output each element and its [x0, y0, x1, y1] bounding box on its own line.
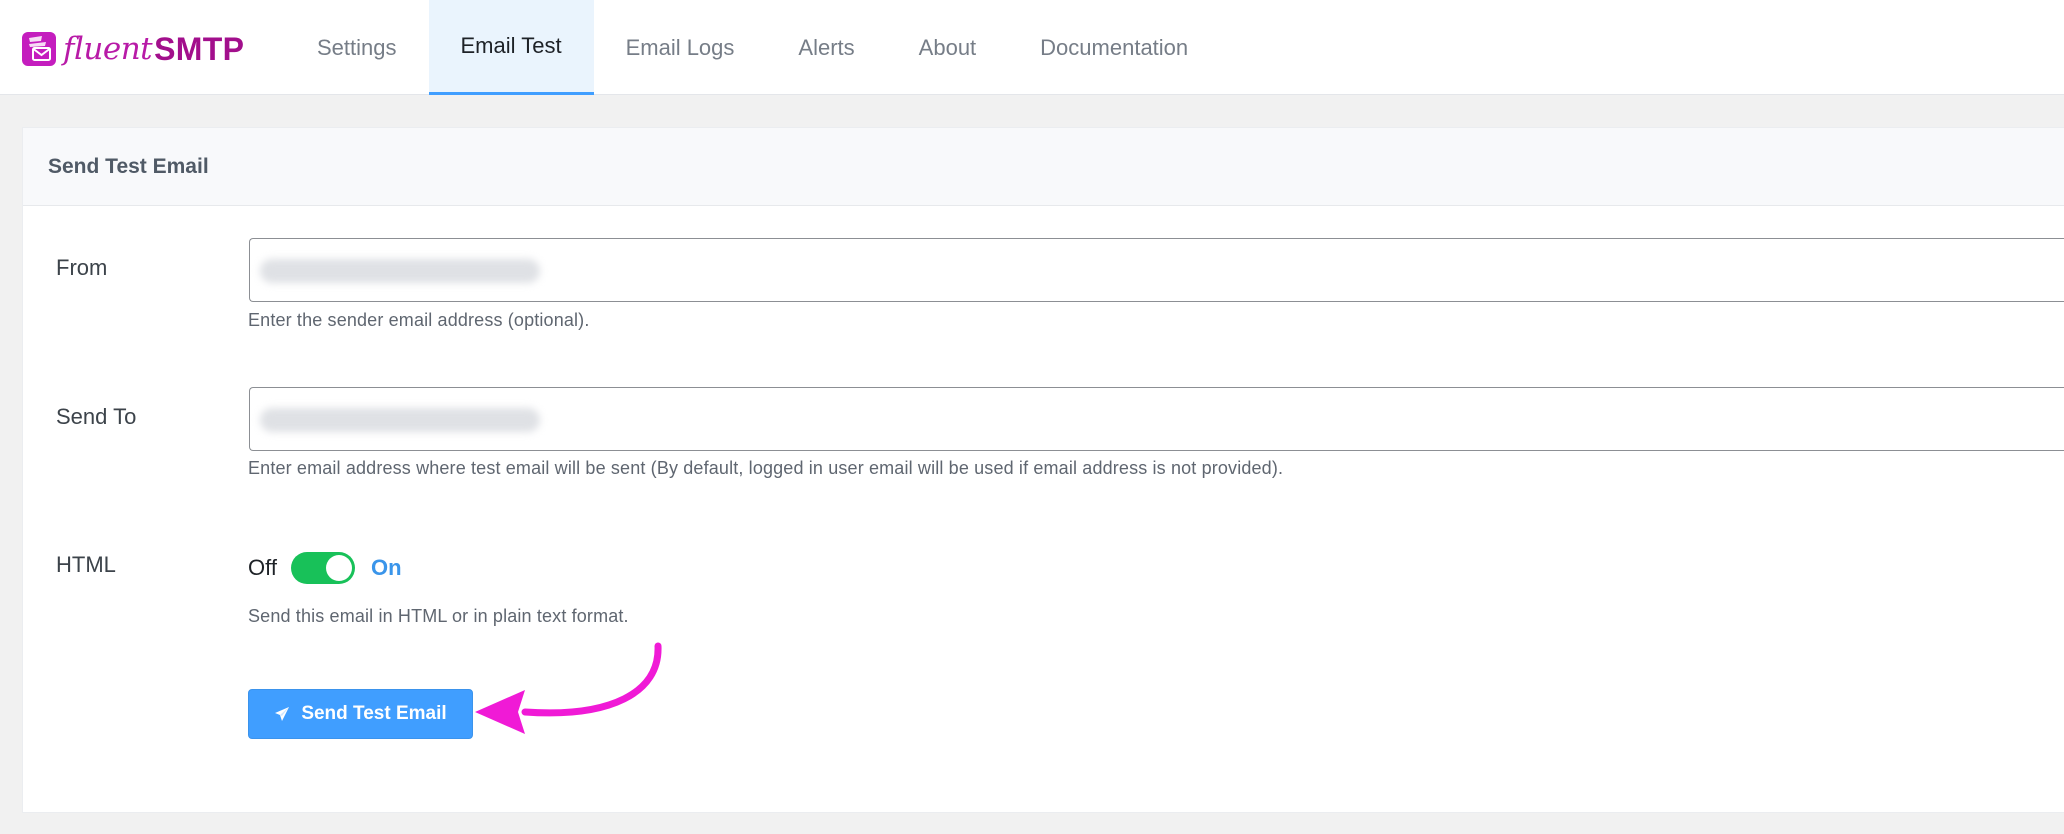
card-title: Send Test Email: [48, 154, 209, 178]
html-toggle-on-label[interactable]: On: [371, 555, 402, 581]
html-label: HTML: [56, 552, 116, 577]
send-test-email-button-label: Send Test Email: [301, 703, 447, 724]
from-email-redacted-value: [260, 259, 540, 283]
main-nav-tabs: Settings Email Test Email Logs Alerts Ab…: [285, 0, 1220, 95]
paper-plane-icon: [274, 706, 290, 722]
html-help-text: Send this email in HTML or in plain text…: [248, 606, 629, 626]
tab-email-logs[interactable]: Email Logs: [594, 0, 767, 95]
send-to-email-redacted-value: [260, 408, 540, 432]
top-navigation-bar: fluent SMTP Settings Email Test Email Lo…: [0, 0, 2064, 95]
logo-envelope-icon: [22, 32, 56, 66]
send-test-email-card: Send Test Email From Enter the sender em…: [22, 127, 2064, 813]
tab-email-test[interactable]: Email Test: [428, 0, 594, 95]
send-test-email-button[interactable]: Send Test Email: [248, 689, 473, 739]
brand-name-fluent: fluent: [63, 31, 153, 67]
send-to-email-field[interactable]: [249, 387, 2064, 451]
tab-alerts[interactable]: Alerts: [766, 0, 886, 95]
from-label: From: [56, 255, 108, 280]
send-to-label: Send To: [56, 404, 137, 429]
toggle-knob: [325, 555, 352, 581]
html-toggle-off-label[interactable]: Off: [248, 555, 277, 581]
tab-settings[interactable]: Settings: [285, 0, 429, 95]
fluentsmtp-logo[interactable]: fluent SMTP: [22, 30, 244, 68]
html-format-toggle[interactable]: [290, 552, 355, 584]
html-toggle-group: Off On: [248, 552, 402, 584]
send-to-help-text: Enter email address where test email wil…: [248, 458, 1284, 478]
tab-documentation[interactable]: Documentation: [1008, 0, 1220, 95]
from-email-field[interactable]: [249, 238, 2064, 302]
card-header: Send Test Email: [23, 128, 2064, 206]
brand-name-smtp: SMTP: [154, 30, 245, 67]
tab-about[interactable]: About: [887, 0, 1009, 95]
annotation-arrow-icon: [475, 642, 662, 734]
from-help-text: Enter the sender email address (optional…: [248, 310, 590, 330]
